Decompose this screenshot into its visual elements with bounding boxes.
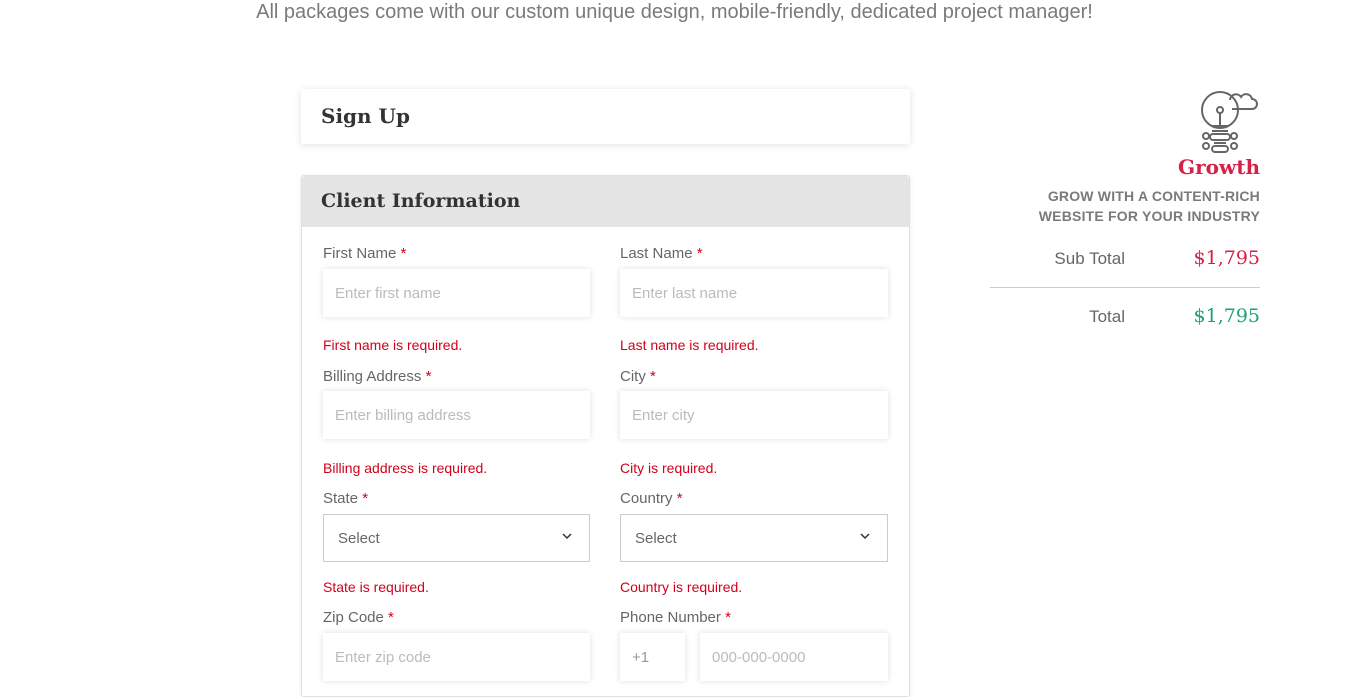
- first-name-placeholder: Enter first name: [335, 284, 441, 302]
- phone-number-placeholder: 000-000-0000: [712, 648, 806, 666]
- chevron-down-icon: [860, 533, 870, 540]
- last-name-placeholder: Enter last name: [632, 284, 738, 302]
- first-name-error: First name is required.: [323, 337, 463, 353]
- plan-description-line-1: GROW WITH A CONTENT-RICH: [1047, 188, 1260, 204]
- state-error: State is required.: [323, 579, 429, 595]
- chevron-down-icon: [562, 533, 572, 540]
- last-name-label: Last Name *: [620, 245, 703, 262]
- billing-address-input[interactable]: Enter billing address: [323, 391, 590, 439]
- billing-address-placeholder: Enter billing address: [335, 406, 471, 424]
- country-select-value: Select: [635, 529, 677, 547]
- plan-description: GROW WITH A CONTENT-RICH WEBSITE FOR YOU…: [1000, 186, 1260, 226]
- first-name-label: First Name *: [323, 245, 407, 262]
- first-name-input[interactable]: Enter first name: [323, 269, 590, 317]
- plan-name: Growth: [1178, 155, 1260, 179]
- plan-description-line-2: WEBSITE FOR YOUR INDUSTRY: [1038, 208, 1260, 224]
- country-select[interactable]: Select: [620, 514, 888, 562]
- zip-code-input[interactable]: Enter zip code: [323, 633, 590, 681]
- zip-code-label: Zip Code *: [323, 609, 394, 626]
- signup-title: Sign Up: [321, 104, 410, 128]
- phone-number-label: Phone Number *: [620, 609, 731, 626]
- total-value: $1,795: [1193, 305, 1260, 327]
- phone-country-code: +1: [632, 648, 650, 666]
- zip-code-placeholder: Enter zip code: [335, 648, 431, 666]
- phone-number-input[interactable]: 000-000-0000: [700, 633, 888, 681]
- state-label: State *: [323, 490, 369, 507]
- country-label: Country *: [620, 490, 683, 507]
- country-error: Country is required.: [620, 579, 743, 595]
- subtotal-label: Sub Total: [1054, 249, 1125, 268]
- last-name-error: Last name is required.: [620, 337, 759, 353]
- state-select[interactable]: Select: [323, 514, 590, 562]
- signup-header: Sign Up: [301, 89, 910, 144]
- client-information-header: Client Information: [302, 176, 909, 227]
- total-label: Total: [1089, 307, 1125, 326]
- state-select-value: Select: [338, 529, 380, 547]
- last-name-input[interactable]: Enter last name: [620, 269, 888, 317]
- page-tagline: All packages come with our custom unique…: [256, 1, 1093, 23]
- city-placeholder: Enter city: [632, 406, 695, 424]
- subtotal-value: $1,795: [1193, 247, 1260, 269]
- city-error: City is required.: [620, 460, 718, 476]
- phone-country-code-input[interactable]: +1: [620, 633, 685, 681]
- city-label: City *: [620, 368, 656, 385]
- billing-address-label: Billing Address *: [323, 368, 432, 385]
- client-information-title: Client Information: [321, 190, 521, 212]
- billing-address-error: Billing address is required.: [323, 460, 488, 476]
- lightbulb-cloud-icon: [1201, 91, 1258, 153]
- city-input[interactable]: Enter city: [620, 391, 888, 439]
- summary-divider: [990, 287, 1260, 288]
